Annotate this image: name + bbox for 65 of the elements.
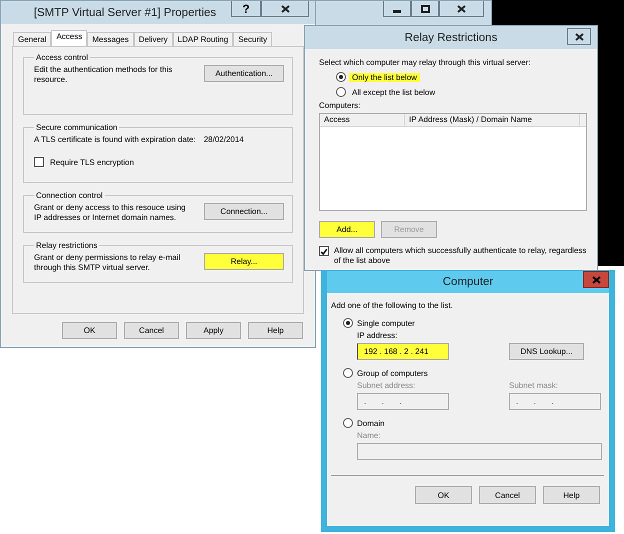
radio-label: All except the list below [351, 88, 436, 96]
column-header[interactable]: Access [320, 114, 405, 126]
radio-label: Only the list below [349, 72, 420, 82]
checkbox-label: Allow all computers which successfully authenticate to relay, regardless of the list above [334, 246, 587, 266]
action-button[interactable]: Connection... [204, 203, 284, 220]
dialog-button[interactable]: Cancel [479, 486, 536, 504]
group-title: Access control [35, 53, 90, 62]
description-text: A TLS certificate is found with expiration date: [34, 135, 196, 144]
group-title: Connection control [35, 191, 104, 200]
close-icon [592, 276, 600, 284]
tab[interactable]: Access [51, 30, 88, 46]
help-button[interactable]: ? [231, 1, 261, 17]
dialog-button[interactable]: Cancel [124, 322, 179, 339]
field-label: Subnet address: [357, 381, 416, 390]
close-button[interactable] [261, 1, 309, 17]
tab[interactable]: Messages [87, 32, 134, 46]
close-button[interactable] [439, 1, 484, 17]
list-label: Computers: [319, 101, 362, 110]
action-button[interactable]: Add... [319, 221, 375, 238]
tab[interactable]: Delivery [134, 32, 173, 46]
close-icon [574, 32, 584, 40]
action-button[interactable]: Authentication... [204, 65, 284, 82]
input-field[interactable]: 192 . 168 . 2 . 241 [357, 343, 449, 360]
window-title: [SMTP Virtual Server #1] Properties [34, 6, 216, 18]
close-icon [457, 4, 466, 12]
radio-label: Group of computers [357, 368, 428, 378]
group-title: Secure communication [35, 123, 118, 132]
column-header[interactable]: IP Address (Mask) / Domain Name [405, 114, 580, 126]
close-button[interactable] [567, 28, 591, 45]
dialog-button[interactable]: Help [543, 486, 600, 504]
radio-button[interactable] [336, 72, 346, 82]
checkbox[interactable] [34, 157, 44, 167]
maximize-button[interactable] [411, 1, 439, 17]
action-button[interactable]: Relay... [204, 253, 284, 270]
prompt-text: Select which computer may relay through this virtual server: [319, 58, 532, 67]
radio-button[interactable] [343, 418, 353, 428]
radio-button[interactable] [336, 87, 346, 97]
description-text: Grant or deny access to this resouce using IP addresses or Internet domain names. [34, 203, 187, 223]
radio-label: Single computer [357, 318, 415, 328]
description-text: Grant or deny permissions to relay e-mail through this SMTP virtual server. [34, 253, 182, 273]
radio-label: Domain [357, 418, 385, 428]
dialog-button[interactable]: OK [415, 486, 472, 504]
minimize-button[interactable] [383, 1, 411, 17]
tab[interactable]: Security [233, 32, 272, 46]
close-icon [280, 4, 290, 12]
prompt-text: Add one of the following to the list. [331, 301, 454, 310]
tab[interactable]: General [13, 32, 52, 46]
tab[interactable]: LDAP Routing [172, 32, 234, 46]
description-text: Edit the authentication methods for this resource. [34, 65, 174, 85]
group-title: Relay restrictions [35, 241, 98, 250]
field-label: Name: [357, 431, 382, 440]
window-title: Computer [442, 276, 494, 288]
window-title: Relay Restrictions [404, 32, 498, 44]
expiration-date: 28/02/2014 [204, 135, 244, 144]
maximize-icon [420, 4, 430, 12]
radio-button[interactable] [343, 368, 353, 378]
dialog-button[interactable]: Apply [186, 322, 241, 339]
radio-button[interactable] [343, 318, 353, 328]
field-label: IP address: [357, 331, 398, 340]
dns-lookup-button[interactable]: DNS Lookup... [509, 343, 584, 360]
dialog-button[interactable]: Help [248, 322, 303, 339]
field-label: Subnet mask: [509, 381, 559, 390]
checkbox[interactable] [319, 246, 329, 256]
dialog-button[interactable]: OK [62, 322, 117, 339]
checkbox-label: Require TLS encryption [50, 158, 134, 166]
